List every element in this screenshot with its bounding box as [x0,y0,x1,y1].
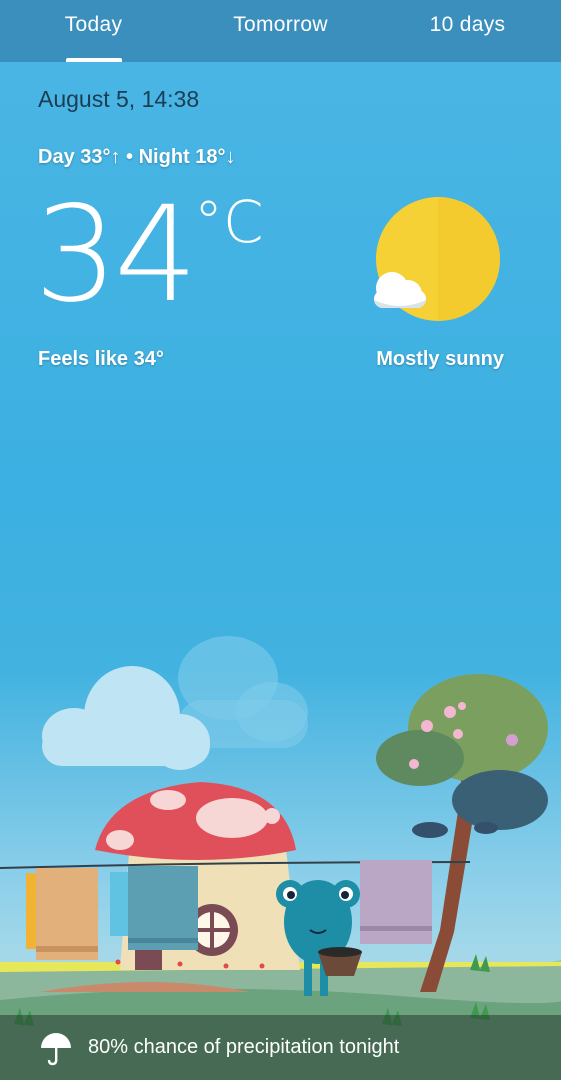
weather-illustration [0,636,561,1080]
precipitation-banner[interactable]: 80% chance of precipitation tonight [0,1015,561,1080]
date-time: August 5, 14:38 [38,86,200,112]
day-night-temperatures: Day 33°↑ • Night 18°↓ [38,146,236,168]
tab-bar: Today Tomorrow 10 days [0,0,561,62]
tab-10-days[interactable]: 10 days [374,0,561,62]
tab-today[interactable]: Today [0,0,187,62]
feels-like: Feels like 34° [38,348,164,370]
precipitation-text: 80% chance of precipitation tonight [88,1036,400,1058]
background-clouds [42,636,308,770]
sun-with-cloud-icon [374,197,500,321]
tab-tomorrow[interactable]: Tomorrow [187,0,374,62]
condition-label: Mostly sunny [376,348,504,370]
tree [376,674,548,992]
umbrella-icon [41,1032,71,1065]
current-temperature: 34 °C [34,178,264,332]
temperature-unit: °C [194,188,264,256]
temperature-value: 34 [34,178,198,332]
